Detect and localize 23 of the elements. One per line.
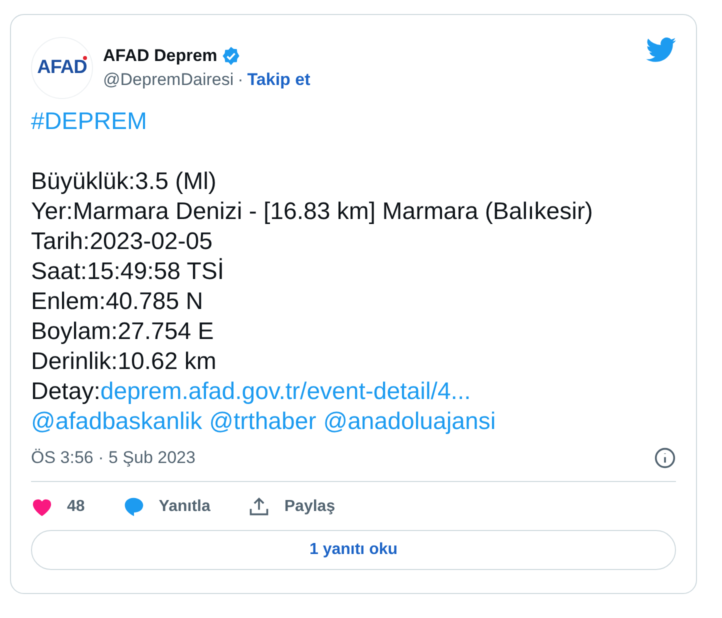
- tweet-text: Enlem:40.785 N: [31, 287, 204, 317]
- tweet-text: Tarih:2023-02-05: [31, 227, 212, 257]
- author-name[interactable]: AFAD Deprem: [103, 46, 218, 66]
- tweet-text: Derinlik:10.62 km: [31, 347, 216, 377]
- read-replies-button[interactable]: 1 yanıtı oku: [31, 530, 676, 570]
- avatar[interactable]: AFAD: [31, 37, 93, 99]
- heart-icon: [31, 497, 53, 517]
- tweet-text: Büyüklük:3.5 (Ml): [31, 167, 216, 197]
- tweet-text: Boylam:27.754 E: [31, 317, 214, 347]
- speech-bubble-icon: [122, 496, 145, 518]
- share-button[interactable]: Paylaş: [248, 496, 336, 518]
- reply-button[interactable]: Yanıtla: [122, 496, 210, 518]
- bird-logo-icon[interactable]: [646, 37, 676, 63]
- follow-link[interactable]: Takip et: [247, 70, 310, 90]
- author-handle[interactable]: @DepremDairesi: [103, 70, 234, 90]
- tweet-text: Yer:Marmara Denizi - [16.83 km] Marmara (Balıkesir): [31, 197, 593, 227]
- tweet-text: Saat:15:49:58 TSİ: [31, 257, 224, 287]
- share-icon: [248, 496, 270, 518]
- timestamp[interactable]: ÖS 3:56 · 5 Şub 2023: [31, 448, 654, 468]
- info-icon[interactable]: [654, 447, 676, 469]
- tweet-text: Detay:: [31, 377, 100, 407]
- like-button[interactable]: 48: [31, 497, 85, 517]
- separator: ·: [238, 70, 244, 90]
